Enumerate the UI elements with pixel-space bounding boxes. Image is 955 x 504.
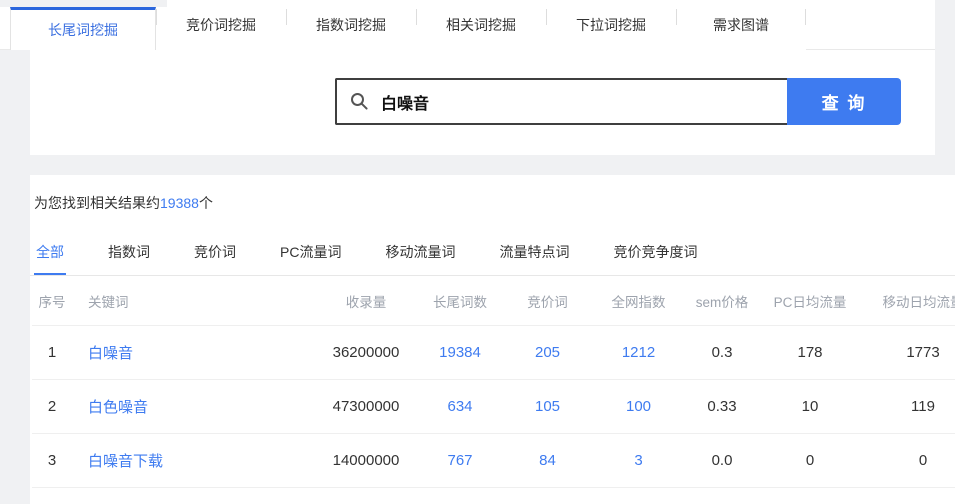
tab-label: 指数词挖掘 — [316, 15, 386, 35]
cell-mobile-daily-traffic: - — [868, 488, 955, 504]
table-row: 4白噪音婴儿催眠 mp3---0--- — [32, 488, 955, 504]
cell-pc-daily-traffic: 10 — [752, 380, 868, 434]
header-longtail-count: 长尾词数 — [410, 276, 510, 326]
header-pc-daily-traffic: PC日均流量 — [752, 276, 868, 326]
cell-mobile-daily-traffic: 1773 — [868, 326, 955, 380]
keyword-cell: 白噪音婴儿催眠 mp3 — [72, 488, 322, 504]
summary-prefix: 为您找到相关结果约 — [34, 195, 160, 211]
tab-indexword-mining[interactable]: 指数词挖掘 — [286, 0, 416, 50]
tab-bidword-mining[interactable]: 竞价词挖掘 — [156, 0, 286, 50]
search-button[interactable]: 查 询 — [787, 78, 901, 125]
search-box: 查 询 — [335, 78, 901, 125]
cell-pc-daily-traffic: 178 — [752, 326, 868, 380]
results-summary: 为您找到相关结果约19388个 — [30, 175, 955, 230]
filter-tabs: 全部 指数词 竞价词 PC流量词 移动流量词 流量特点词 竞价竞争度词 — [30, 230, 955, 276]
keyword-link[interactable]: 白色噪音 — [88, 399, 148, 416]
tab-label: 竞价词挖掘 — [186, 15, 256, 35]
filter-tab-all[interactable]: 全部 — [34, 230, 66, 275]
filter-tab-bid-competition[interactable]: 竞价竞争度词 — [611, 230, 699, 275]
cell-sem-price: - — [692, 488, 752, 504]
keyword-cell: 白噪音下载 — [72, 434, 322, 488]
filter-tab-traffic-trait[interactable]: 流量特点词 — [497, 230, 571, 275]
summary-suffix: 个 — [199, 195, 213, 211]
cell-pc-daily-traffic: 0 — [752, 434, 868, 488]
summary-count: 19388 — [160, 195, 199, 211]
row-index: 4 — [32, 488, 72, 504]
cell-network-index[interactable]: 100 — [585, 380, 692, 434]
cell-sem-price: 0.3 — [692, 326, 752, 380]
row-index: 3 — [32, 434, 72, 488]
filter-tab-bid-words[interactable]: 竞价词 — [192, 230, 238, 275]
cell-sem-price: 0.0 — [692, 434, 752, 488]
filter-tab-mobile-traffic[interactable]: 移动流量词 — [383, 230, 457, 275]
table-row: 1 白噪音 362000001938420512120.31781773 — [32, 326, 955, 380]
cell-index-volume: - — [322, 488, 410, 504]
keyword-cell: 白噪音 — [72, 326, 322, 380]
tab-label: 长尾词挖掘 — [48, 20, 118, 40]
cell-pc-daily-traffic: - — [752, 488, 868, 504]
top-tab-bar: 长尾词挖掘 竞价词挖掘 指数词挖掘 相关词挖掘 下拉词挖掘 需求图谱 — [0, 0, 935, 50]
header-bid-words: 竞价词 — [510, 276, 585, 326]
cell-longtail-count[interactable]: 767 — [410, 434, 510, 488]
cell-network-index[interactable]: 0 — [585, 488, 692, 504]
keyword-link[interactable]: 白噪音下载 — [88, 453, 163, 470]
cell-longtail-count[interactable]: - — [410, 488, 510, 504]
tab-longtail-mining[interactable]: 长尾词挖掘 — [10, 7, 156, 50]
cell-longtail-count[interactable]: 19384 — [410, 326, 510, 380]
cell-bid-words[interactable]: 84 — [510, 434, 585, 488]
header-network-index: 全网指数 — [585, 276, 692, 326]
cell-longtail-count[interactable]: 634 — [410, 380, 510, 434]
cell-index-volume: 47300000 — [322, 380, 410, 434]
cell-network-index[interactable]: 1212 — [585, 326, 692, 380]
cell-mobile-daily-traffic: 119 — [868, 380, 955, 434]
header-mobile-daily-traffic: 移动日均流量 — [868, 276, 955, 326]
row-index: 2 — [32, 380, 72, 434]
results-table: 序号 关键词 收录量 长尾词数 竞价词 全网指数 sem价格 PC日均流量 移动… — [32, 276, 955, 504]
row-index: 1 — [32, 326, 72, 380]
cell-index-volume: 36200000 — [322, 326, 410, 380]
tab-label: 需求图谱 — [713, 15, 769, 35]
filter-tab-index-words[interactable]: 指数词 — [106, 230, 152, 275]
search-input[interactable] — [335, 78, 787, 125]
cell-sem-price: 0.33 — [692, 380, 752, 434]
tab-label: 相关词挖掘 — [446, 15, 516, 35]
header-sem-price: sem价格 — [692, 276, 752, 326]
search-section: 查 询 — [30, 50, 935, 155]
tab-demand-graph[interactable]: 需求图谱 — [676, 0, 806, 50]
cell-bid-words[interactable]: - — [510, 488, 585, 504]
header-keyword: 关键词 — [72, 276, 322, 326]
table-row: 2 白色噪音 473000006341051000.3310119 — [32, 380, 955, 434]
keyword-link[interactable]: 白噪音 — [88, 345, 133, 362]
table-header-row: 序号 关键词 收录量 长尾词数 竞价词 全网指数 sem价格 PC日均流量 移动… — [32, 276, 955, 326]
tab-label: 下拉词挖掘 — [576, 15, 646, 35]
filter-tab-pc-traffic[interactable]: PC流量词 — [278, 230, 343, 275]
tab-relatedword-mining[interactable]: 相关词挖掘 — [416, 0, 546, 50]
table-row: 3白噪音下载140000007678430.000 — [32, 434, 955, 488]
header-index-volume: 收录量 — [322, 276, 410, 326]
tab-dropdownword-mining[interactable]: 下拉词挖掘 — [546, 0, 676, 50]
results-table-body: 1 白噪音 362000001938420512120.31781773 2 白色噪音 4… — [32, 326, 955, 504]
header-index: 序号 — [32, 276, 72, 326]
cell-network-index[interactable]: 3 — [585, 434, 692, 488]
cell-bid-words[interactable]: 105 — [510, 380, 585, 434]
cell-index-volume: 14000000 — [322, 434, 410, 488]
cell-mobile-daily-traffic: 0 — [868, 434, 955, 488]
active-tab-notch — [0, 0, 167, 7]
keyword-cell: 白色噪音 — [72, 380, 322, 434]
cell-bid-words[interactable]: 205 — [510, 326, 585, 380]
results-panel: 为您找到相关结果约19388个 全部 指数词 竞价词 PC流量词 移动流量词 流… — [30, 175, 955, 504]
page: 长尾词挖掘 竞价词挖掘 指数词挖掘 相关词挖掘 下拉词挖掘 需求图谱 — [0, 0, 955, 504]
